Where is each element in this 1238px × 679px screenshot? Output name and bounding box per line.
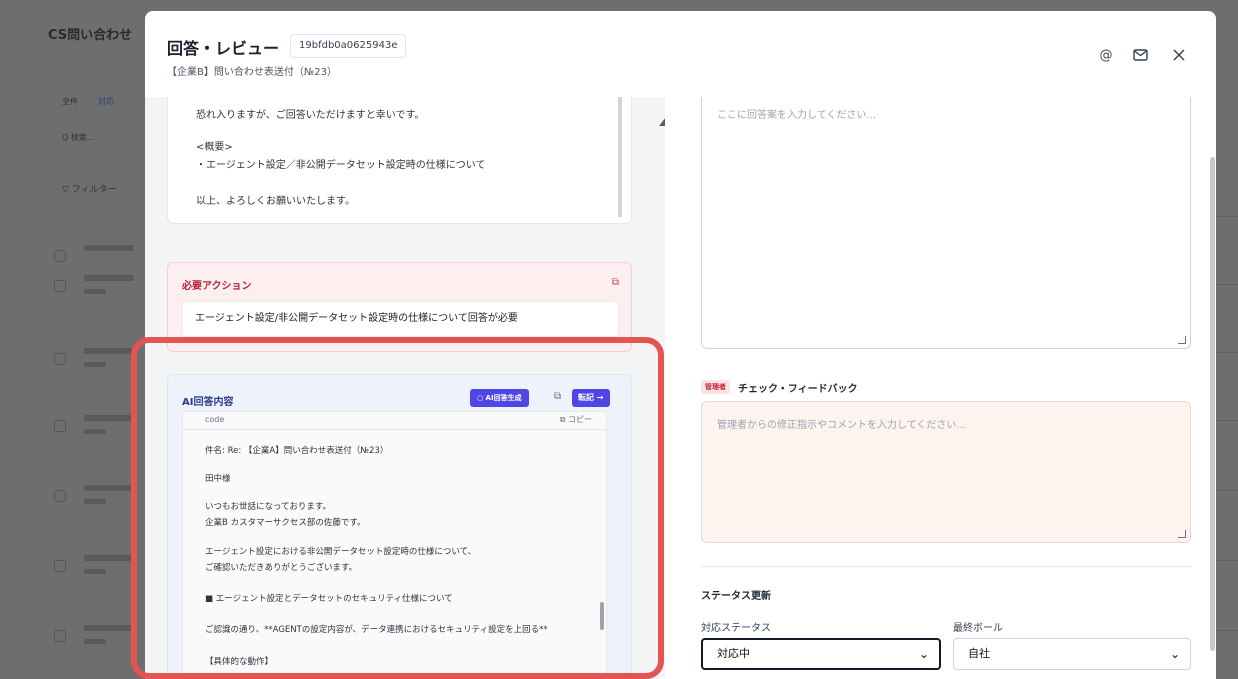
- background-tab-all: 全件: [62, 97, 78, 106]
- email-line: <概要>: [196, 142, 233, 153]
- background-divider: [1216, 420, 1238, 421]
- background-row: [50, 482, 144, 522]
- background-divider: [1216, 284, 1238, 285]
- review-modal: 恐れ入りますが、ご回答いただけますと幸いです。 <概要> ・エージェント設定／非…: [145, 11, 1216, 679]
- code-line: 田中様: [205, 474, 231, 484]
- code-scrollbar[interactable]: [600, 602, 604, 630]
- right-panel-scrollbar[interactable]: [1210, 157, 1215, 651]
- copy-icon[interactable]: ⧉: [612, 277, 619, 288]
- code-line: ご確認いただきありがとうございます。: [205, 563, 358, 573]
- code-block-header: code ⧉ コピー: [183, 412, 606, 430]
- status-select[interactable]: 対応中 ⌄: [701, 638, 941, 670]
- code-copy-label: コピー: [568, 415, 592, 424]
- mail-icon[interactable]: [1130, 45, 1150, 65]
- scroll-up-arrow-icon[interactable]: [659, 117, 665, 126]
- ball-select-value: 自社: [968, 647, 990, 660]
- email-line: 恐れ入りますが、ご回答いただけますと幸いです。: [196, 110, 425, 121]
- background-page-title: CS問い合わせ: [48, 28, 133, 43]
- modal-subtitle: 【企業B】問い合わせ表送付（№23）: [167, 67, 337, 78]
- admin-badge: 管理者: [701, 380, 730, 394]
- background-divider: [1216, 560, 1238, 561]
- left-panel[interactable]: 恐れ入りますが、ご回答いただけますと幸いです。 <概要> ・エージェント設定／非…: [145, 97, 665, 679]
- background-filter: ▽ フィルター: [62, 185, 117, 195]
- code-line: 件名: Re: 【企業A】問い合わせ表送付（№23）: [205, 446, 389, 456]
- chevron-down-icon: ⌄: [1169, 647, 1180, 661]
- code-line: 企業B カスタマーサクセス部の佐藤です。: [205, 518, 366, 528]
- background-row: [50, 552, 144, 592]
- copy-icon: ⧉: [559, 415, 568, 424]
- close-icon[interactable]: [1169, 45, 1189, 65]
- copy-icon[interactable]: ⧉: [554, 391, 561, 402]
- modal-title: 回答・レビュー: [167, 39, 280, 58]
- code-line: ご認識の通り、**AGENTの設定内容が、データ連携におけるセキュリティ設定を上…: [205, 625, 548, 635]
- feedback-title: チェック・フィードバック: [738, 384, 858, 395]
- code-line: エージェント設定における非公開データセット設定時の仕様について、: [205, 547, 477, 557]
- required-action-title: 必要アクション: [182, 281, 252, 292]
- divider: [701, 566, 1191, 567]
- post-button[interactable]: 転記 →: [572, 389, 610, 407]
- ai-answer-code-block[interactable]: code ⧉ コピー 件名: Re: 【企業A】問い合わせ表送付（№23） 田中…: [182, 411, 607, 679]
- chat-icon: ○: [477, 394, 486, 402]
- background-divider: [1216, 216, 1238, 217]
- code-line: ■ エージェント設定とデータセットのセキュリティ仕様について: [205, 594, 453, 604]
- ticket-id-badge: 19bfdb0a0625943e: [290, 34, 407, 58]
- required-action-text: エージェント設定/非公開データセット設定時の仕様について回答が必要: [182, 301, 619, 337]
- ball-label: 最終ボール: [953, 623, 1003, 634]
- modal-header: 回答・レビュー 19bfdb0a0625943e 【企業B】問い合わせ表送付（№…: [145, 11, 1216, 97]
- resize-handle-icon[interactable]: [1178, 530, 1186, 538]
- ai-answer-card: AI回答内容 ○ AI回答生成 ⧉ 転記 → code ⧉ コピー 件名: Re…: [167, 374, 632, 679]
- background-tabs: 全件 対応: [62, 96, 114, 107]
- answer-placeholder: ここに回答案を入力してください...: [717, 110, 876, 121]
- background-tab-active: 対応: [98, 97, 114, 106]
- answer-textarea[interactable]: ここに回答案を入力してください...: [701, 91, 1191, 349]
- feedback-textarea[interactable]: 管理者からの修正指示やコメントを入力してください...: [701, 401, 1191, 543]
- required-action-card: 必要アクション ⧉ エージェント設定/非公開データセット設定時の仕様について回答…: [167, 262, 632, 352]
- background-divider: [1216, 630, 1238, 631]
- code-line: いつもお世話になっております。: [205, 502, 331, 512]
- code-language-label: code: [205, 415, 225, 424]
- ai-answer-title: AI回答内容: [182, 397, 234, 408]
- ball-select[interactable]: 自社 ⌄: [953, 638, 1191, 670]
- status-label: 対応ステータス: [701, 623, 771, 634]
- background-row: [50, 622, 144, 662]
- chevron-down-icon: ⌄: [918, 647, 929, 661]
- background-divider: [1216, 490, 1238, 491]
- status-section-title: ステータス更新: [701, 591, 771, 602]
- at-icon[interactable]: @: [1096, 45, 1116, 65]
- background-row: [50, 345, 144, 385]
- ai-generate-label: AI回答生成: [485, 394, 522, 402]
- email-line: ・エージェント設定／非公開データセット設定時の仕様について: [196, 160, 486, 171]
- ai-generate-button[interactable]: ○ AI回答生成: [470, 389, 529, 407]
- right-panel: ここに回答案を入力してください... 管理者 チェック・フィードバック 管理者か…: [683, 91, 1216, 679]
- feedback-placeholder: 管理者からの修正指示やコメントを入力してください...: [717, 420, 966, 431]
- code-copy-button[interactable]: ⧉ コピー: [560, 414, 592, 425]
- code-line: 【具体的な動作】: [205, 657, 274, 667]
- email-line: 以上、よろしくお願いいたします。: [196, 196, 355, 207]
- background-row: [50, 412, 144, 452]
- email-body-card: 恐れ入りますが、ご回答いただけますと幸いです。 <概要> ・エージェント設定／非…: [167, 97, 632, 224]
- background-divider: [1216, 352, 1238, 353]
- background-row: [50, 272, 144, 312]
- background-search: Q 検索...: [62, 133, 95, 142]
- status-select-value: 対応中: [717, 647, 750, 660]
- resize-handle-icon[interactable]: [1178, 336, 1186, 344]
